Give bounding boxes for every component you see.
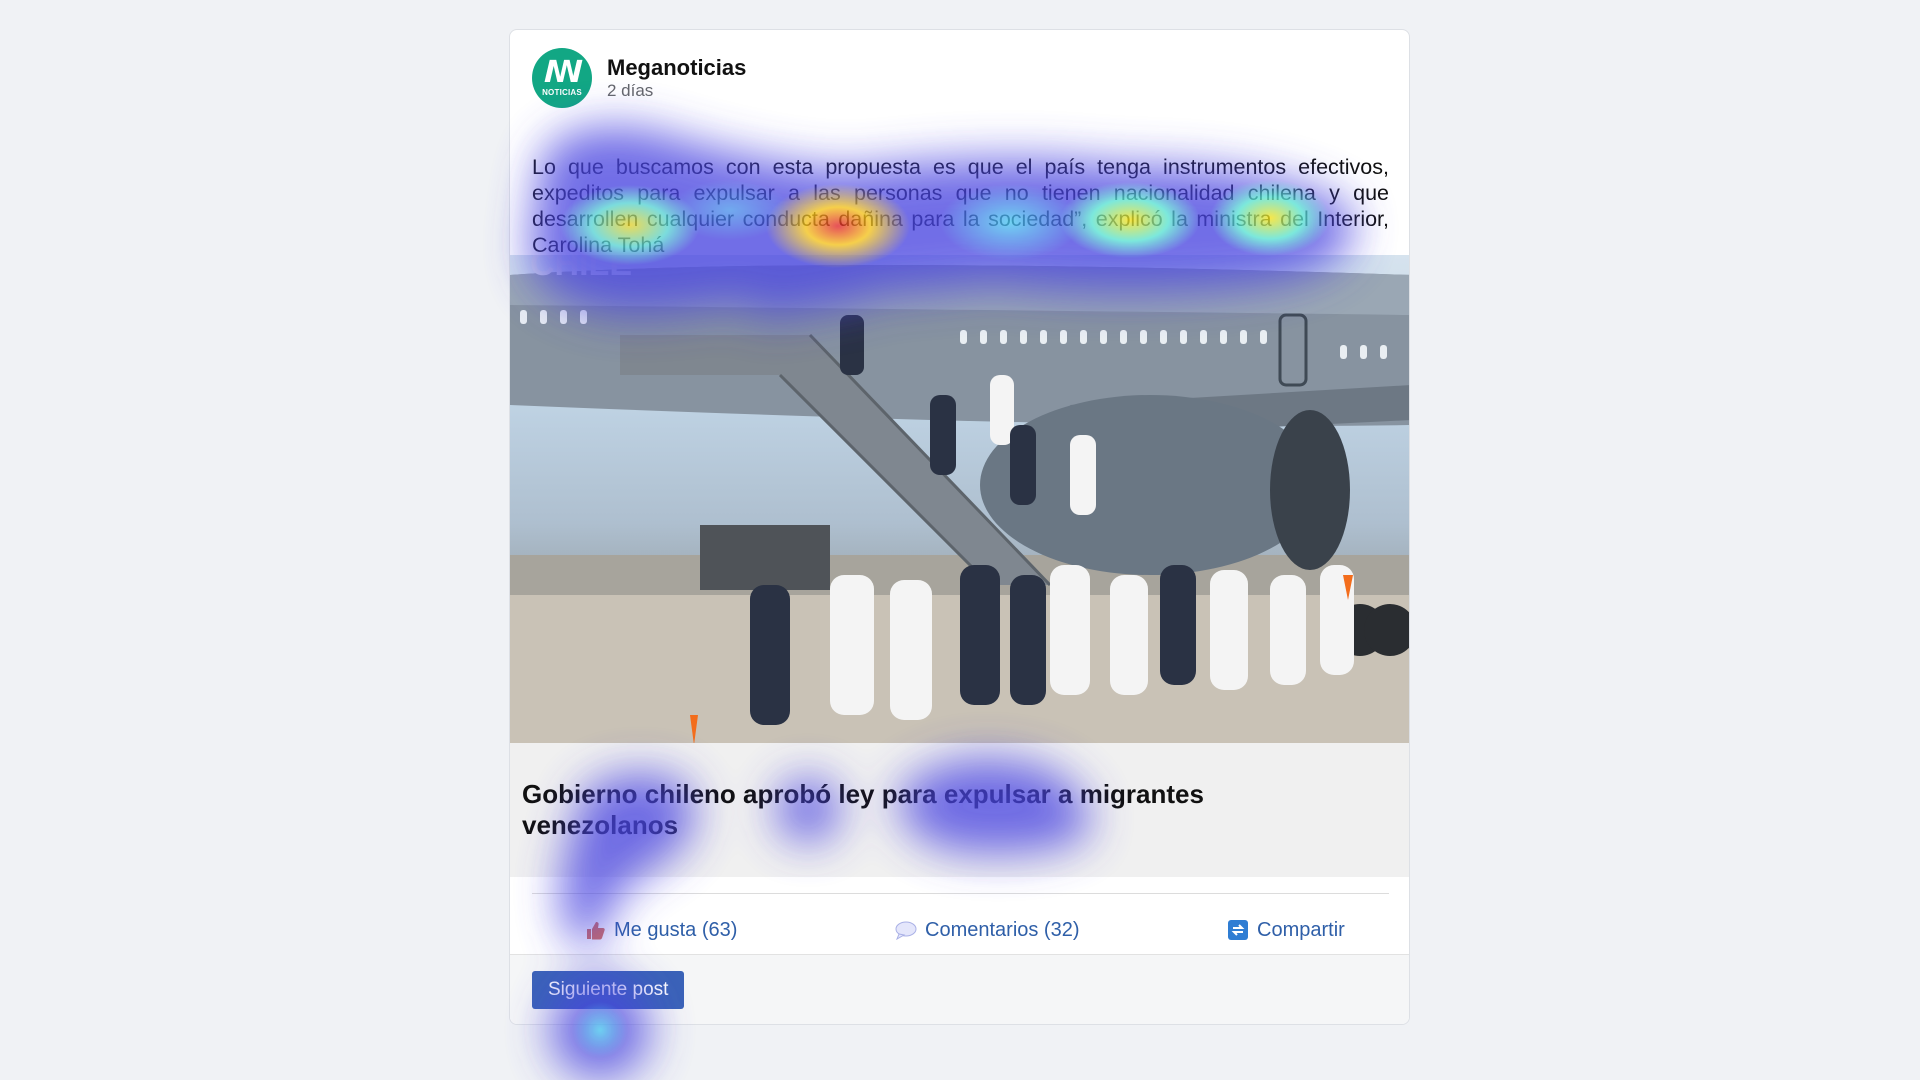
next-post-button[interactable]: Siguiente post (532, 971, 685, 1009)
post-footer: Siguiente post (510, 954, 1409, 1024)
post-photo[interactable]: CHILE (510, 255, 1409, 743)
source-avatar[interactable]: ꟿ NOTICIAS (532, 48, 592, 108)
divider (532, 893, 1389, 894)
post-time: 2 días (607, 81, 654, 100)
post-header: ꟿ NOTICIAS Meganoticias 2 días (532, 46, 746, 110)
speech-bubble-icon (895, 920, 917, 940)
meganoticias-logo-icon: ꟿ (543, 54, 584, 90)
source-name[interactable]: Meganoticias (607, 55, 746, 81)
page: ꟿ NOTICIAS Meganoticias 2 días Lo que bu… (0, 0, 1920, 1080)
like-button[interactable]: Me gusta (63) (584, 910, 737, 950)
post-text: Lo que buscamos con esta propuesta es qu… (532, 155, 1389, 257)
link-preview[interactable]: Gobierno chileno aprobó ley para expulsa… (510, 743, 1409, 877)
link-title[interactable]: Gobierno chileno aprobó ley para expulsa… (522, 779, 1282, 841)
share-button[interactable]: Compartir (1227, 910, 1345, 950)
like-label: Me gusta (63) (614, 918, 738, 941)
thumbs-up-icon (584, 919, 606, 941)
avatar-text: NOTICIAS (542, 87, 582, 97)
post-meta: Meganoticias 2 días (607, 55, 746, 101)
post-actions: Me gusta (63) Comentarios (32) Compartir (532, 910, 1389, 950)
share-label: Compartir (1257, 918, 1345, 941)
fuselage-text: CHILE (530, 255, 632, 283)
comment-button[interactable]: Comentarios (32) (895, 910, 1080, 950)
comment-label: Comentarios (32) (925, 918, 1080, 941)
share-arrows-icon (1227, 919, 1249, 941)
deportation-flight-photo: CHILE (510, 255, 1409, 743)
post-card: ꟿ NOTICIAS Meganoticias 2 días Lo que bu… (509, 29, 1410, 1025)
